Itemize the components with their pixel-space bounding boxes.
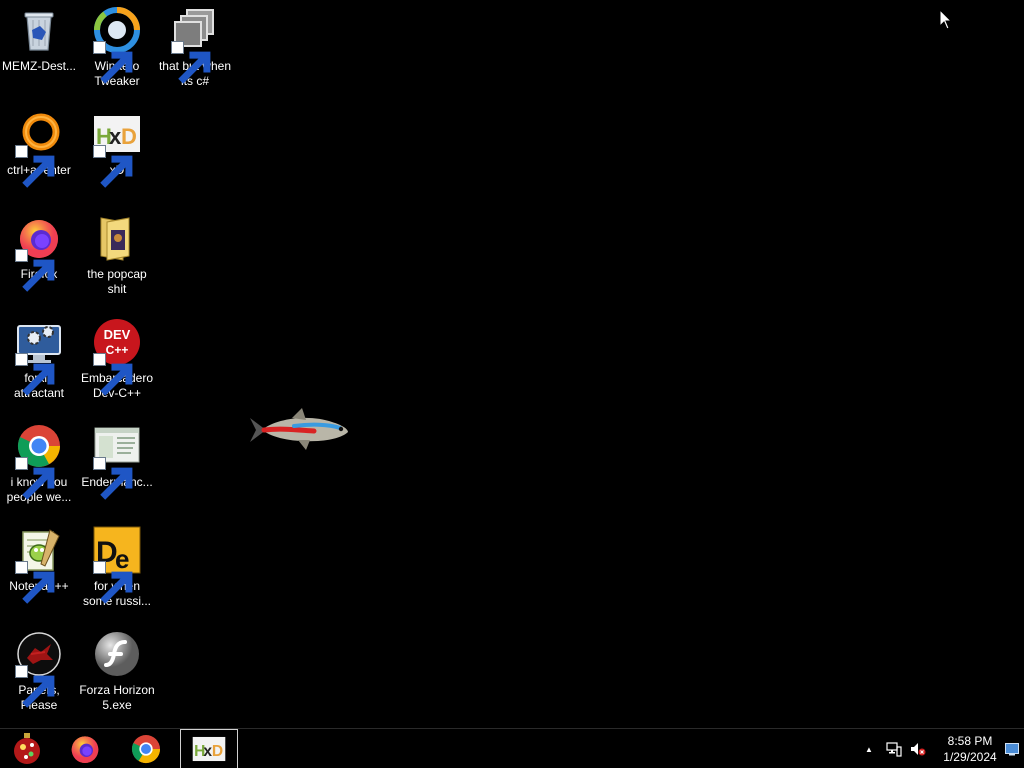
volume-muted-icon <box>911 743 926 756</box>
notepadpp-icon <box>15 526 63 604</box>
network-icon <box>886 742 902 757</box>
recycle-bin-icon <box>15 6 63 54</box>
chrome-taskbar-button[interactable] <box>119 729 173 768</box>
shortcut-arrow-icon <box>15 249 55 292</box>
desktop-icon-label: MEMZ-Dest... <box>2 59 76 73</box>
firefox-taskbar-button[interactable] <box>58 729 112 768</box>
ornament-icon <box>14 733 40 764</box>
chrome-icon <box>15 422 63 500</box>
desktop-icon-ctrl-a-enter[interactable]: ctrl+a, enter <box>0 104 78 204</box>
firefox-icon <box>15 214 63 292</box>
desktop-icon-russian[interactable]: De for when some russi... <box>78 520 156 620</box>
desktop-icon-label: the popcap shit <box>87 267 147 296</box>
fish-screenmate[interactable] <box>248 404 352 454</box>
shortcut-arrow-icon <box>15 665 55 708</box>
window-app-icon <box>93 422 141 500</box>
desktop-icon-forkie-attractant[interactable]: forkie attractant <box>0 312 78 412</box>
svg-text:D: D <box>212 743 223 760</box>
clock-time: 8:58 PM <box>947 734 993 748</box>
desktop-icon-notepadpp[interactable]: Notepad++ <box>0 520 78 620</box>
hxd-icon: HxD <box>93 110 141 188</box>
firefox-icon <box>71 736 99 763</box>
shortcut-arrow-icon <box>15 457 55 500</box>
clock[interactable]: 8:58 PM 1/29/2024 <box>934 733 1006 765</box>
svg-text:DEV: DEV <box>104 327 131 342</box>
desktop-icon-firefox[interactable]: Firefox <box>0 208 78 308</box>
svg-text:x: x <box>203 743 212 760</box>
chrome-icon <box>131 735 161 764</box>
devcpp-icon: DEV C++ <box>93 318 141 396</box>
folder-icon <box>93 214 141 262</box>
shortcut-arrow-icon <box>15 561 55 604</box>
desktop-icon-memz[interactable]: MEMZ-Dest... <box>0 0 78 100</box>
de-icon: De <box>93 526 141 604</box>
shortcut-arrow-icon <box>93 457 133 500</box>
desktop-icon-xd[interactable]: HxD xD <box>78 104 156 204</box>
chevron-up-icon: ▲ <box>865 744 873 754</box>
multiple-windows-icon <box>171 6 219 84</box>
flash-icon <box>93 630 141 678</box>
volume-tray-button[interactable] <box>906 729 930 768</box>
desktop-icon-that-but-when[interactable]: that but when its c# <box>156 0 234 100</box>
desktop-icon-popcap-folder[interactable]: the popcap shit <box>78 208 156 308</box>
desktop-icon-papers-please[interactable]: Papers, Please <box>0 624 78 724</box>
shortcut-arrow-icon <box>93 561 133 604</box>
shortcut-arrow-icon <box>15 353 55 396</box>
desktop-icon-endermanch[interactable]: Endermanc... <box>78 416 156 516</box>
start-button[interactable] <box>0 729 54 768</box>
desktop-icon-devcpp[interactable]: DEV C++ Embarcadero Dev-C++ <box>78 312 156 412</box>
notification-center-icon[interactable] <box>1005 742 1019 756</box>
winaero-icon <box>93 6 141 84</box>
desktop-icon-winaero-tweaker[interactable]: Winaero Tweaker <box>78 0 156 100</box>
orange-ring-icon <box>15 110 63 188</box>
hxd-taskbar-button[interactable]: HxD <box>180 729 238 768</box>
shortcut-arrow-icon <box>93 353 133 396</box>
desktop-icon-chrome[interactable]: i know you people we... <box>0 416 78 516</box>
shortcut-arrow-icon <box>93 41 133 84</box>
shortcut-arrow-icon <box>93 145 133 188</box>
mouse-cursor-icon <box>939 9 953 30</box>
papers-please-icon <box>15 630 63 708</box>
desktop-icon-forza-horizon[interactable]: Forza Horizon 5.exe <box>78 624 156 724</box>
clock-date: 1/29/2024 <box>943 750 997 764</box>
desktop[interactable]: MEMZ-Dest... ctrl+a, enter Firefox forki… <box>0 0 1024 728</box>
hxd-icon: HxD <box>192 736 226 762</box>
desktop-icon-label: Forza Horizon 5.exe <box>79 683 155 712</box>
shortcut-arrow-icon <box>171 41 211 84</box>
network-tray-button[interactable] <box>882 729 906 768</box>
settings-monitor-icon <box>15 318 63 396</box>
taskbar: HxD ▲ 8:58 PM 1/29/2024 <box>0 728 1024 768</box>
show-hidden-icons-button[interactable]: ▲ <box>860 729 878 768</box>
shortcut-arrow-icon <box>15 145 55 188</box>
